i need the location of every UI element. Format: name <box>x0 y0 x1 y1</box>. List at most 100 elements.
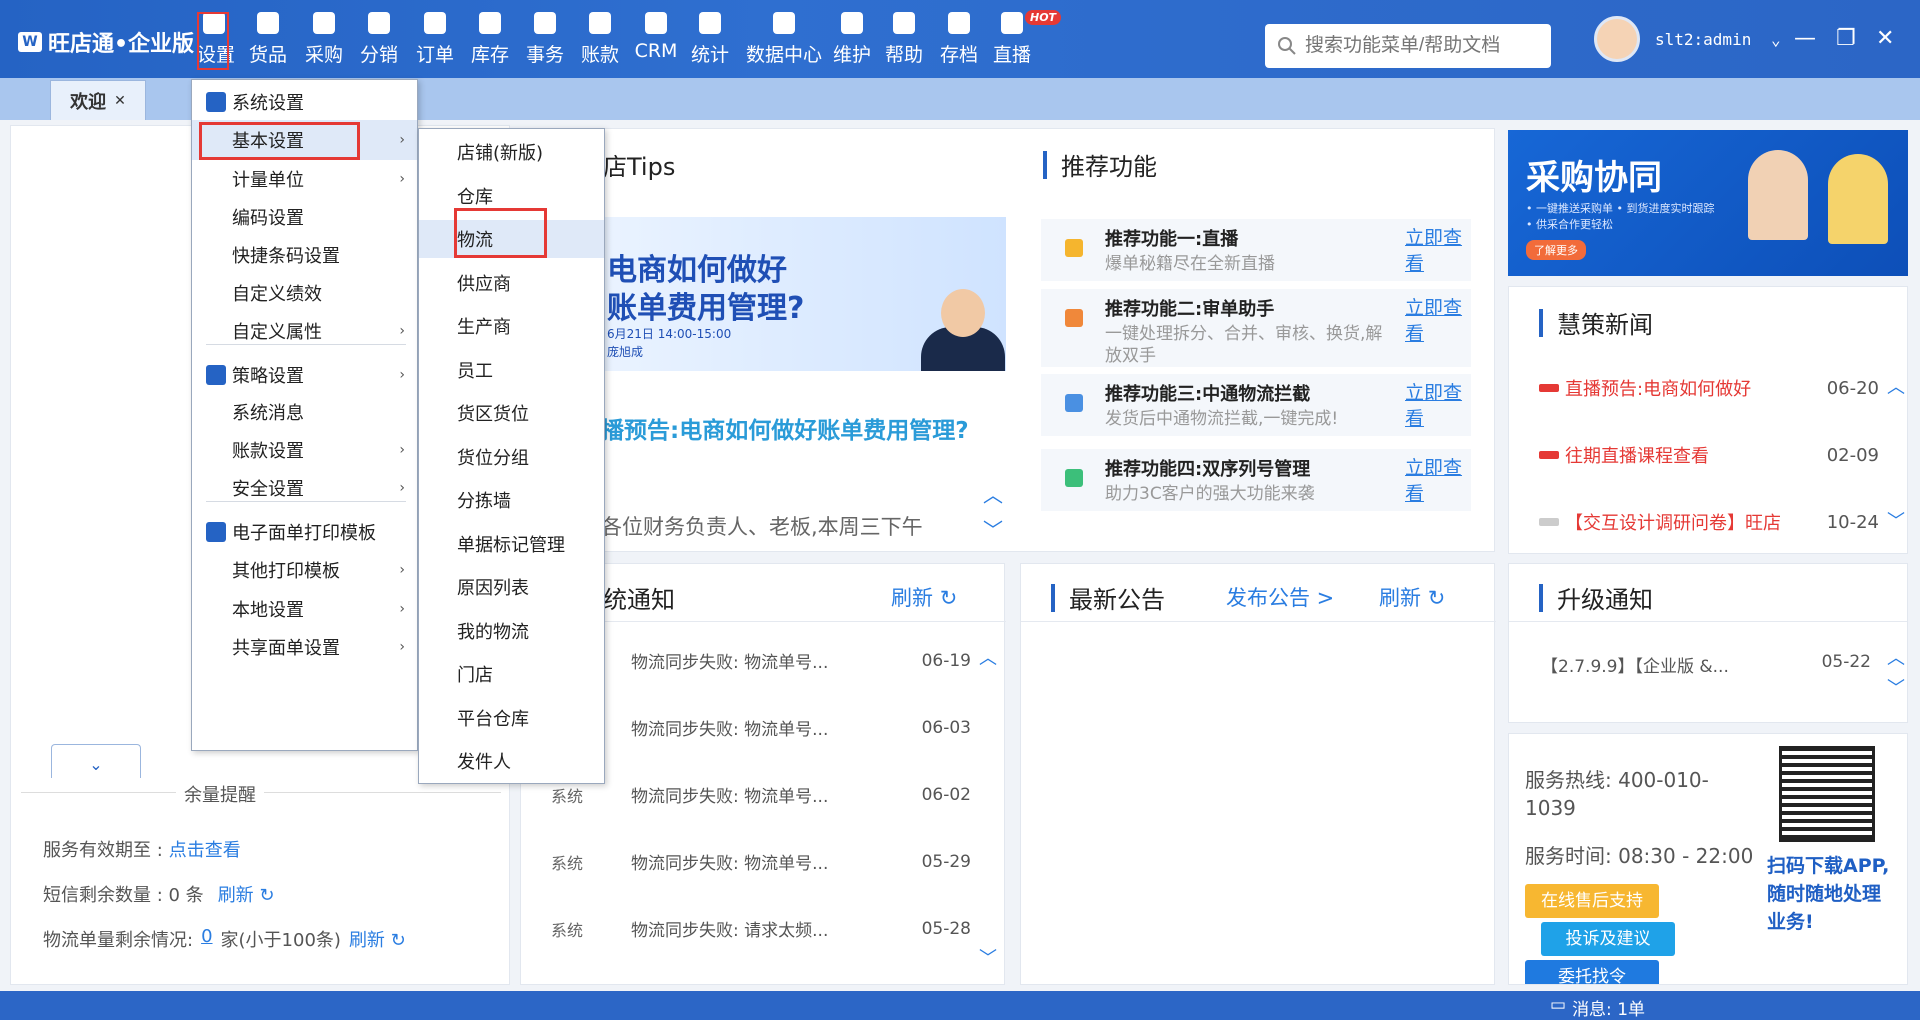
nav-item[interactable]: 数据中心 <box>740 12 828 72</box>
sys-notice-item[interactable]: 物流同步失败: 物流单号... 06-19 <box>551 648 971 674</box>
submenu-item[interactable]: 员工 <box>419 351 604 389</box>
sys-notice-item[interactable]: 系统 物流同步失败: 物流单号... 05-29 <box>551 849 971 875</box>
menu-item[interactable]: 系统消息 <box>192 392 417 432</box>
menu-item[interactable]: 自定义绩效 <box>192 273 417 313</box>
ad-button[interactable]: 了解更多 <box>1526 240 1586 260</box>
expand-button[interactable]: ⌄ <box>51 744 141 778</box>
minimize-icon[interactable]: — <box>1794 26 1816 51</box>
avatar[interactable] <box>1594 16 1640 62</box>
sys-notice-item[interactable]: 物流同步失败: 物流单号... 06-03 <box>551 715 971 741</box>
online-support-button[interactable]: 在线售后支持 <box>1525 884 1659 918</box>
news-item[interactable]: 直播预告:电商如何做好 06-20 <box>1539 375 1879 401</box>
sys-notice-item[interactable]: 系统 物流同步失败: 请求太频... 05-28 <box>551 916 971 942</box>
news-item[interactable]: 【交互设计调研问卷】旺店 10-24 <box>1539 509 1879 535</box>
announce-refresh-button[interactable]: 刷新 ↻ <box>1379 582 1445 612</box>
view-now-link[interactable]: 立即查看 <box>1405 225 1465 277</box>
upgrade-item[interactable]: 【2.7.9.9】【企业版 &... 05-22 <box>1541 652 1871 677</box>
app-logo: W 旺店通•企业版 <box>18 26 194 58</box>
menu-item[interactable]: 系统设置 <box>192 82 417 122</box>
view-now-link[interactable]: 立即查看 <box>1405 295 1465 347</box>
menu-item[interactable]: 快捷条码设置 <box>192 235 417 275</box>
menu-item[interactable]: 电子面单打印模板 <box>192 512 417 552</box>
user-menu[interactable]: slt2:admin ⌄ <box>1655 30 1781 49</box>
search-box[interactable] <box>1265 24 1551 68</box>
message-indicator[interactable]: ▭ 消息: 1单 <box>1550 995 1645 1020</box>
notice-date: 05-28 <box>921 918 971 939</box>
section-bar <box>1539 308 1543 337</box>
logistics-count-link[interactable]: 0 <box>201 926 212 952</box>
submenu-item[interactable]: 货区货位 <box>419 394 604 432</box>
live-banner[interactable]: 电商如何做好 账单费用管理? 6月21日 14:00-15:00 庞旭成 <box>601 217 1006 371</box>
menu-item[interactable]: 其他打印模板 › <box>192 550 417 590</box>
submenu-item[interactable]: 我的物流 <box>419 612 604 650</box>
scroll-up-icon[interactable]: ︿ <box>983 479 1003 508</box>
news-item[interactable]: 往期直播课程查看 02-09 <box>1539 442 1879 468</box>
submenu-item[interactable]: 生产商 <box>419 307 604 345</box>
menu-item[interactable]: 账款设置 › <box>192 430 417 470</box>
submenu-item[interactable]: 平台仓库 <box>419 699 604 737</box>
scroll-down-icon[interactable]: ﹀ <box>1887 507 1905 533</box>
menu-item[interactable]: 基本设置 › <box>192 120 417 160</box>
menu-item[interactable]: 策略设置 › <box>192 355 417 395</box>
submenu-item[interactable]: 供应商 <box>419 264 604 302</box>
menu-item[interactable]: 安全设置 › <box>192 468 417 508</box>
restore-icon[interactable]: ❐ <box>1836 26 1856 51</box>
nav-item[interactable]: 订单 <box>413 12 457 72</box>
menu-item[interactable]: 计量单位 › <box>192 159 417 199</box>
nav-item[interactable]: 库存 <box>468 12 512 72</box>
menu-item[interactable]: 本地设置 › <box>192 589 417 629</box>
nav-item[interactable]: 存档 <box>937 12 981 72</box>
sys-notice-refresh-button[interactable]: 刷新 ↻ <box>891 582 957 612</box>
scroll-up-icon[interactable]: ︿ <box>1887 373 1905 399</box>
banner-line2: 账单费用管理? <box>607 291 805 326</box>
tips-body: 各位财务负责人、老板,本周三下午 <box>601 515 923 539</box>
submenu-item[interactable]: 分拣墙 <box>419 481 604 519</box>
submenu-item[interactable]: 单据标记管理 <box>419 525 604 563</box>
view-now-link[interactable]: 立即查看 <box>1405 380 1465 432</box>
scroll-down-icon[interactable]: ﹀ <box>983 514 1003 543</box>
close-tab-icon[interactable]: ✕ <box>114 93 126 109</box>
submenu-item[interactable]: 仓库 <box>419 177 604 215</box>
submenu-item[interactable]: 货位分组 <box>419 438 604 476</box>
submenu-item[interactable]: 店铺(新版) <box>419 133 604 171</box>
sys-notice-item[interactable]: 系统 物流同步失败: 物流单号... 06-02 <box>551 782 971 808</box>
nav-label: 分销 <box>359 44 398 66</box>
notice-text: 物流同步失败: 物流单号... <box>631 720 829 740</box>
logistics-label: 物流单量剩余情况: <box>43 930 194 951</box>
nav-item[interactable]: 账款 <box>578 12 622 72</box>
nav-item[interactable]: 货品 <box>246 12 290 72</box>
nav-item[interactable]: 帮助 <box>882 12 926 72</box>
search-input[interactable] <box>1305 35 1545 57</box>
upgrade-item-text: 【2.7.9.9】【企业版 &... <box>1541 657 1729 677</box>
nav-item[interactable]: 事务 <box>523 12 567 72</box>
close-icon[interactable]: ✕ <box>1876 26 1894 51</box>
tab-welcome[interactable]: 欢迎 ✕ <box>50 80 146 120</box>
nav-item[interactable]: CRM <box>634 12 678 72</box>
tips-headline[interactable]: 播预告:电商如何做好账单费用管理? <box>601 411 969 445</box>
scroll-up-icon[interactable]: ︿ <box>979 644 997 670</box>
nav-item[interactable]: 分销 <box>357 12 401 72</box>
logistics-refresh-button[interactable]: 刷新 ↻ <box>349 926 406 952</box>
scroll-down-icon[interactable]: ﹀ <box>979 944 997 970</box>
ad-banner[interactable]: 采购协同 • 一键推送采购单 • 到货进度实时跟踪 • 供采合作更轻松 了解更多 <box>1508 130 1908 276</box>
feedback-button[interactable]: 投诉及建议 <box>1541 922 1675 956</box>
submenu-item[interactable]: 物流 <box>419 220 604 258</box>
menu-item-label: 策略设置 <box>232 366 304 387</box>
submenu-item[interactable]: 门店 <box>419 655 604 693</box>
menu-item[interactable]: 编码设置 <box>192 197 417 237</box>
publish-announce-link[interactable]: 发布公告 > <box>1226 582 1334 612</box>
view-now-link[interactable]: 立即查看 <box>1405 455 1465 507</box>
scroll-up-icon[interactable]: ︿ <box>1887 644 1905 670</box>
scroll-down-icon[interactable]: ﹀ <box>1887 674 1905 700</box>
submenu-item[interactable]: 原因列表 <box>419 568 604 606</box>
nav-item[interactable]: 维护 <box>830 12 874 72</box>
more-button[interactable]: 委托找令 <box>1525 960 1659 984</box>
validity-link[interactable]: 点击查看 <box>169 836 241 862</box>
nav-item[interactable]: 统计 <box>688 12 732 72</box>
menu-item[interactable]: 自定义属性 › <box>192 311 417 351</box>
nav-item[interactable]: 采购 <box>302 12 346 72</box>
nav-label: 事务 <box>525 44 564 66</box>
submenu-item[interactable]: 发件人 <box>419 742 604 780</box>
sms-refresh-button[interactable]: 刷新 ↻ <box>218 881 275 907</box>
menu-item[interactable]: 共享面单设置 › <box>192 627 417 667</box>
